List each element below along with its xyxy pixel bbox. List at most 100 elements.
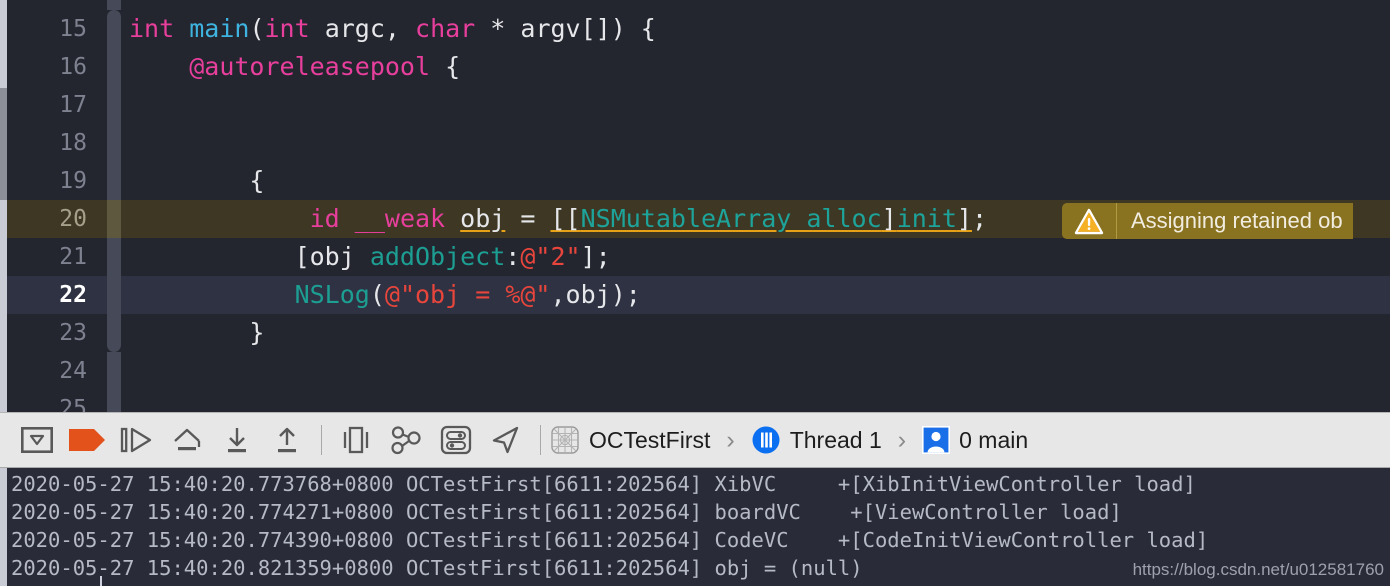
step-into-button[interactable] [212,418,262,462]
code-token: { [129,166,265,195]
code-line[interactable]: 23 } [7,314,1390,352]
breakpoint-flag-button[interactable] [62,418,112,462]
code-fold-ribbon[interactable] [107,0,121,10]
code-line[interactable]: 16 @autoreleasepool { [7,48,1390,86]
code-token: [obj [129,242,370,271]
step-out-button[interactable] [262,418,312,462]
code-line[interactable]: 25 [7,390,1390,412]
code-token: ; [971,204,988,233]
code-text[interactable]: } [129,314,264,352]
debug-toolbar[interactable]: OCTestFirst › Thread 1 › 0 main [0,412,1390,468]
memory-graph-button[interactable] [381,418,431,462]
line-number[interactable]: 20 [7,200,100,238]
code-token: ] [956,204,972,233]
console-caret [100,576,102,586]
warning-message: Assigning retained ob [1131,208,1343,233]
warning-triangle-icon [1062,203,1117,239]
code-token: @"obj = %@" [384,280,551,309]
code-fold-ribbon[interactable] [107,314,121,352]
console-log-line: 2020-05-27 15:40:20.774390+0800 OCTestFi… [11,528,1209,552]
line-number[interactable]: 21 [7,238,100,276]
code-line[interactable]: 22 NSLog(@"obj = %@",obj); [7,276,1390,314]
code-token: @autoreleasepool [189,52,431,81]
code-text[interactable]: { [129,162,264,200]
code-text[interactable]: [obj addObject:@"2"]; [129,238,611,276]
code-text[interactable]: int main(int argc, char * argv[]) { [129,10,656,48]
code-fold-ribbon[interactable] [107,390,121,412]
thread-blue-icon [751,425,781,455]
console-left-strip [0,468,7,586]
breadcrumb-separator-1: › [726,425,735,454]
line-number[interactable]: 15 [7,10,100,48]
line-number[interactable]: 14 [7,0,100,10]
code-text[interactable]: NSLog(@"obj = %@",obj); [129,276,641,314]
code-fold-ribbon[interactable] [107,162,121,200]
code-fold-ribbon[interactable] [107,276,121,314]
code-line[interactable]: 14 [7,0,1390,10]
code-lines-container[interactable]: 1415int main(int argc, char * argv[]) {1… [7,0,1390,412]
breadcrumb-separator-2: › [897,425,907,454]
person-blue-icon [922,426,951,454]
line-number[interactable]: 22 [7,276,100,314]
step-over-button[interactable] [162,418,212,462]
continue-button[interactable] [112,418,162,462]
code-fold-ribbon[interactable] [107,352,121,390]
breadcrumb-frame-label[interactable]: 0 main [959,427,1028,454]
code-token: @"2" [520,242,581,271]
line-number[interactable]: 16 [7,48,100,86]
console-log-line: 2020-05-27 15:40:20.774271+0800 OCTestFi… [11,500,1122,524]
code-fold-ribbon[interactable] [107,10,121,48]
line-number[interactable]: 19 [7,162,100,200]
line-number[interactable]: 24 [7,352,100,390]
code-line[interactable]: 21 [obj addObject:@"2"]; [7,238,1390,276]
code-line[interactable]: 19 { [7,162,1390,200]
hide-console-button[interactable] [12,418,62,462]
console-output[interactable]: 2020-05-27 15:40:20.773768+0800 OCTestFi… [0,468,1390,586]
console-log-line: 2020-05-27 15:40:20.773768+0800 OCTestFi… [11,472,1196,496]
code-fold-ribbon[interactable] [107,200,121,238]
code-token: __weak [354,204,446,233]
breadcrumb-thread-label[interactable]: Thread 1 [790,427,882,454]
code-token: init [896,204,957,233]
view-debugging-button[interactable] [331,418,381,462]
code-token: = [505,204,551,233]
breadcrumb[interactable]: OCTestFirst › Thread 1 › 0 main [550,425,1028,455]
simulate-location-button[interactable] [481,418,531,462]
warning-banner[interactable]: Assigning retained ob [1062,203,1353,239]
scroll-thumb[interactable] [0,88,7,200]
editor-left-scroll-strip[interactable] [0,0,7,412]
breadcrumb-process-label[interactable]: OCTestFirst [589,427,710,454]
code-line[interactable]: 18 [7,124,1390,162]
code-token: { [430,52,461,81]
code-token: * argv[]) { [475,14,656,43]
code-token: ] [881,204,897,233]
line-number[interactable]: 23 [7,314,100,352]
toolbar-divider [321,425,322,455]
code-text[interactable]: @autoreleasepool { [129,48,460,86]
code-token: addObject [369,242,506,271]
code-line[interactable]: 15 int main(int argc, char * argv[]) { [7,10,1390,48]
code-line[interactable]: 17 [7,86,1390,124]
line-number[interactable]: 17 [7,86,100,124]
environment-overrides-button[interactable] [431,418,481,462]
line-number[interactable]: 25 [7,390,100,412]
code-fold-ribbon[interactable] [107,48,121,86]
code-token: obj [460,204,506,233]
code-text[interactable]: id __weak obj = [[NSMutableArray alloc]i… [129,200,987,238]
code-fold-ribbon[interactable] [107,124,121,162]
line-number[interactable]: 18 [7,124,100,162]
code-token: [[ [550,204,581,233]
code-line[interactable]: 24 [7,352,1390,390]
code-fold-ribbon[interactable] [107,238,121,276]
cube-grid-icon [550,425,580,455]
code-fold-ribbon[interactable] [107,86,121,124]
xcode-debug-screen: 1415int main(int argc, char * argv[]) {1… [0,0,1390,586]
code-token: char [415,14,476,43]
code-editor[interactable]: 1415int main(int argc, char * argv[]) {1… [0,0,1390,412]
